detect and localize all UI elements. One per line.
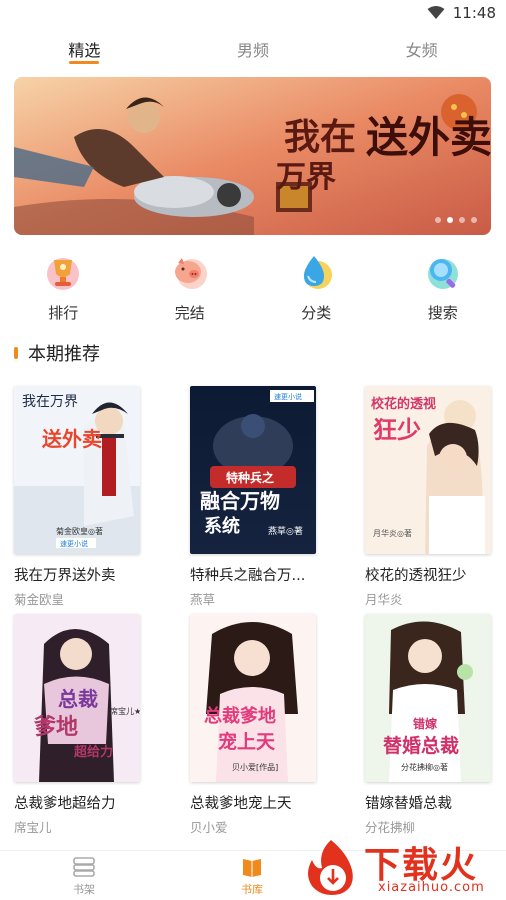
- magnifier-icon: [427, 259, 458, 289]
- book-cover-title: 我在万界: [22, 394, 78, 410]
- tab-male-label: 男频: [237, 41, 270, 60]
- book-cover[interactable]: 速更小说 特种兵之 融合万物 系统 燕草◎著: [190, 386, 316, 554]
- banner-image: 我在 万界 送外卖: [14, 77, 491, 235]
- nav-library-label: 书库: [241, 883, 263, 896]
- drop-icon: [304, 256, 333, 289]
- search-button[interactable]: 搜索: [380, 252, 506, 327]
- pig-icon: [174, 258, 207, 289]
- section-accent-bar: [14, 347, 18, 359]
- book-card[interactable]: 总裁爹地 宠上天 贝小爱[作品] 总裁爹地宠上天 贝小爱: [190, 614, 320, 836]
- search-label: 搜索: [427, 304, 458, 322]
- watermark-domain: xiazaihuo.com: [378, 880, 485, 895]
- banner-carousel[interactable]: 我在 万界 送外卖: [14, 77, 491, 235]
- ranking-button[interactable]: 排行: [0, 252, 127, 327]
- book-title: 总裁爹地超给力: [14, 796, 116, 812]
- banner-title-line2: 万界: [276, 160, 336, 195]
- ranking-label: 排行: [48, 304, 79, 322]
- book-cover-author: 分花拂柳◎著: [401, 762, 448, 772]
- book-cover-title: 错嫁: [413, 716, 437, 731]
- completed-label: 完结: [174, 304, 205, 322]
- watermark-logo: 下载火 xiazaihuo.com: [300, 834, 506, 900]
- book-cover-title: 特种兵之: [226, 470, 274, 485]
- book-card[interactable]: 校花的透视 狂少 月华炎◎著 校花的透视狂少 月华炎: [365, 386, 495, 608]
- book-cover-title: 狂少: [373, 416, 421, 444]
- bookshelf-icon: [73, 857, 95, 877]
- flame-logo-icon: [308, 840, 353, 895]
- book-cover-title: 爹地: [33, 714, 78, 740]
- book-cover-author: 月华炎◎著: [373, 528, 412, 538]
- status-icons: 11:48: [427, 4, 496, 22]
- book-cover-author: 燕草◎著: [268, 525, 303, 537]
- status-bar: 11:48: [0, 0, 506, 28]
- tab-active-underline: [69, 61, 100, 64]
- status-time: 11:48: [452, 4, 496, 22]
- book-cover-badge: 速更小说: [274, 392, 302, 401]
- book-cover-author: 贝小爱[作品]: [232, 762, 278, 772]
- book-author: 菊金欧皇: [14, 592, 65, 607]
- book-title: 我在万界送外卖: [14, 568, 116, 584]
- tab-female[interactable]: 女频: [337, 30, 506, 68]
- book-title: 特种兵之融合万...: [190, 568, 306, 584]
- book-author: 月华炎: [365, 592, 403, 607]
- tab-male[interactable]: 男频: [169, 30, 338, 68]
- quick-menu: 排行 完结 分类 搜索: [0, 252, 506, 327]
- book-cover[interactable]: 我在万界 送外卖 菊金欧皇◎著 速更小说: [14, 386, 140, 554]
- book-cover-title: 超给力: [74, 744, 113, 760]
- banner-title-line1: 我在: [284, 116, 356, 158]
- book-card[interactable]: 总裁 爹地 超给力 席宝儿★著 总裁爹地超给力 席宝儿: [14, 614, 144, 836]
- book-author: 席宝儿: [14, 820, 52, 835]
- nav-bookshelf[interactable]: 书架: [0, 851, 168, 900]
- book-cover[interactable]: 总裁 爹地 超给力 席宝儿★著: [14, 614, 140, 782]
- category-label: 分类: [301, 304, 332, 322]
- book-cover-title: 总裁爹地: [204, 705, 276, 727]
- wifi-icon: [427, 6, 445, 19]
- library-icon: [243, 859, 261, 877]
- book-cover-title: 替婚总裁: [383, 734, 459, 757]
- book-author: 燕草: [190, 592, 216, 607]
- book-cover-title: 校花的透视: [371, 396, 436, 412]
- section-title: 本期推荐: [28, 344, 100, 365]
- banner-dot-active[interactable]: [447, 217, 453, 223]
- section-header: 本期推荐: [14, 340, 100, 366]
- nav-bookshelf-label: 书架: [73, 883, 95, 896]
- book-cover-title: 融合万物: [200, 489, 280, 513]
- book-cover-author: 菊金欧皇◎著: [56, 526, 103, 536]
- book-cover-title: 送外卖: [42, 427, 102, 451]
- book-cover-badge: 速更小说: [60, 539, 88, 548]
- book-title: 总裁爹地宠上天: [190, 796, 292, 812]
- book-cover[interactable]: 总裁爹地 宠上天 贝小爱[作品]: [190, 614, 316, 782]
- book-cover-title: 宠上天: [218, 730, 276, 753]
- category-button[interactable]: 分类: [253, 252, 380, 327]
- top-tabs: 精选 男频 女频: [0, 30, 506, 68]
- tab-featured[interactable]: 精选: [0, 30, 169, 68]
- book-title: 校花的透视狂少: [365, 568, 467, 584]
- book-cover-title: 系统: [204, 515, 240, 537]
- book-card[interactable]: 速更小说 特种兵之 融合万物 系统 燕草◎著 特种兵之融合万... 燕草: [190, 386, 320, 608]
- banner-dot[interactable]: [459, 217, 465, 223]
- book-title: 错嫁替婚总裁: [365, 796, 452, 812]
- book-cover-title: 总裁: [58, 687, 98, 711]
- banner-dot[interactable]: [435, 217, 441, 223]
- book-cover[interactable]: 错嫁 替婚总裁 分花拂柳◎著: [365, 614, 491, 782]
- tab-female-label: 女频: [405, 41, 438, 60]
- tab-featured-label: 精选: [68, 41, 101, 60]
- completed-button[interactable]: 完结: [127, 252, 254, 327]
- book-cover[interactable]: 校花的透视 狂少 月华炎◎著: [365, 386, 491, 554]
- book-card[interactable]: 我在万界 送外卖 菊金欧皇◎著 速更小说 我在万界送外卖 菊金欧皇: [14, 386, 144, 608]
- banner-dot[interactable]: [471, 217, 477, 223]
- trophy-icon: [47, 258, 80, 290]
- banner-pagination: [435, 217, 477, 223]
- book-cover-author: 席宝儿★著: [110, 706, 140, 716]
- banner-title-big: 送外卖: [366, 113, 491, 162]
- book-card[interactable]: 错嫁 替婚总裁 分花拂柳◎著 错嫁替婚总裁 分花拂柳: [365, 614, 495, 836]
